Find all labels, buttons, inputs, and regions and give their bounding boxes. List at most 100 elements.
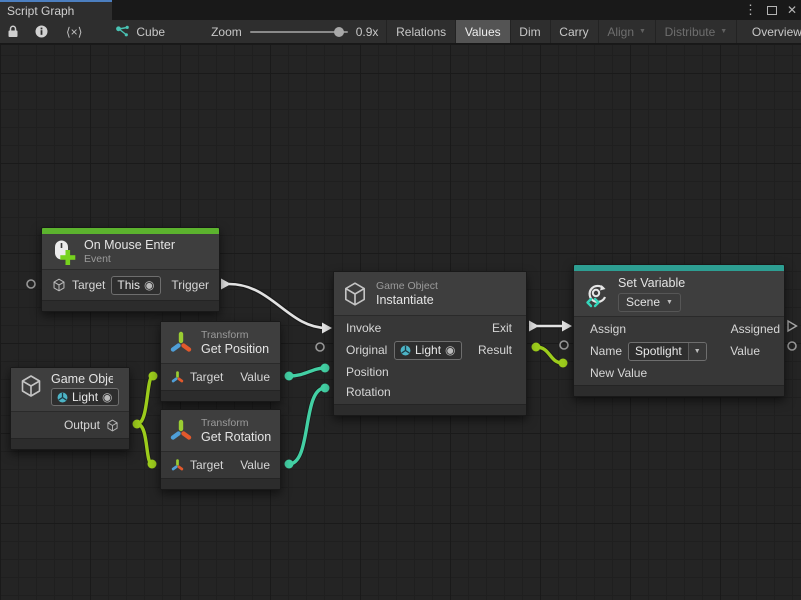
value-label: Value <box>730 344 760 358</box>
assign-arrowhead <box>562 321 572 332</box>
variable-name-dropdown[interactable]: Spotlight ▼ <box>628 342 707 361</box>
new-value-label: New Value <box>590 366 647 380</box>
object-picker-icon[interactable]: ◉ <box>144 279 154 291</box>
graph-breadcrumb[interactable]: Cube <box>105 20 175 43</box>
transform-icon <box>171 371 184 384</box>
getrotation-target-port[interactable] <box>148 460 157 469</box>
node-get-position[interactable]: Transform Get Position Target Value <box>160 321 281 402</box>
info-button[interactable] <box>26 20 57 43</box>
align-button[interactable]: Align▼ <box>598 20 655 43</box>
graph-icon <box>115 25 130 39</box>
node-title: On Mouse Enter <box>84 238 175 253</box>
assigned-label: Assigned <box>730 322 780 336</box>
graph-toolbar: ⟨×⟩ Cube Zoom 0.9x Relations Values <box>0 20 801 44</box>
getposition-target-port[interactable] <box>149 372 158 381</box>
unity-object-icon <box>57 392 68 403</box>
node-subtitle: Event <box>84 253 175 266</box>
node-category: Game Object <box>376 280 438 293</box>
zoom-slider[interactable] <box>250 31 348 33</box>
exit-label: Exit <box>492 321 512 335</box>
result-port[interactable] <box>532 343 541 352</box>
value-label: Value <box>240 458 270 472</box>
newvalue-port[interactable] <box>559 359 568 368</box>
chevron-down-icon: ▼ <box>720 28 727 35</box>
rotation-label: Rotation <box>346 385 392 399</box>
assigned-port[interactable] <box>788 321 797 331</box>
node-game-object[interactable]: Game Object Light ◉ Output <box>10 367 130 450</box>
lock-icon <box>7 25 19 38</box>
object-picker-icon[interactable]: ◉ <box>102 391 112 403</box>
graph-canvas[interactable]: On Mouse Enter Event Target This ◉ Trigg… <box>0 45 801 600</box>
object-picker-icon[interactable]: ◉ <box>445 344 455 356</box>
node-category: Transform <box>201 329 279 342</box>
instantiate-rotation-port[interactable] <box>321 384 330 393</box>
script-graph-window: Script Graph ⋮ ✕ ⟨×⟩ <box>0 0 801 600</box>
getposition-value-port[interactable] <box>285 372 294 381</box>
target-field[interactable]: This ◉ <box>111 276 160 295</box>
exit-port[interactable] <box>529 321 539 332</box>
trigger-port[interactable] <box>221 279 231 290</box>
mouse-enter-icon <box>50 239 76 265</box>
target-label: Target <box>72 278 105 292</box>
getrotation-value-port[interactable] <box>285 460 294 469</box>
info-icon <box>35 25 48 38</box>
tab-script-graph[interactable]: Script Graph <box>0 0 112 20</box>
output-label: Output <box>64 418 100 432</box>
node-instantiate[interactable]: Game Object Instantiate Invoke Exit Orig… <box>333 271 527 416</box>
carry-button[interactable]: Carry <box>550 20 597 43</box>
variable-icon <box>582 280 610 308</box>
zoom-value: 0.9x <box>356 25 379 39</box>
node-title: Get Position <box>201 342 279 357</box>
distribute-button[interactable]: Distribute▼ <box>656 20 737 43</box>
setvariable-name-port[interactable] <box>560 341 568 349</box>
chevron-down-icon: ▼ <box>666 299 673 306</box>
close-icon[interactable]: ✕ <box>787 3 797 17</box>
node-title: Get Rotation <box>201 430 279 445</box>
node-set-variable[interactable]: Set Variable Scene ▼ Assign Assigned Nam… <box>573 264 785 397</box>
code-icon: ⟨×⟩ <box>66 25 82 39</box>
variable-scope-dropdown[interactable]: Scene ▼ <box>618 293 681 312</box>
node-category: Transform <box>201 417 279 430</box>
name-label: Name <box>590 344 622 358</box>
values-button[interactable]: Values <box>456 20 510 43</box>
node-title: Game Object <box>51 372 113 387</box>
zoom-label: Zoom <box>211 25 242 39</box>
instantiate-original-port[interactable] <box>316 343 324 351</box>
invoke-arrowhead <box>322 323 332 334</box>
node-get-rotation[interactable]: Transform Get Rotation Target Value <box>160 409 281 490</box>
tab-title: Script Graph <box>7 4 74 18</box>
tab-strip: Script Graph ⋮ ✕ <box>0 0 801 20</box>
original-field[interactable]: Light ◉ <box>394 341 462 360</box>
target-label: Target <box>190 370 223 384</box>
edit-source-button[interactable]: ⟨×⟩ <box>57 20 91 43</box>
setvariable-value-port[interactable] <box>788 342 796 350</box>
node-title: Set Variable <box>618 276 685 291</box>
window-menu-icon[interactable]: ⋮ <box>744 2 757 18</box>
target-label: Target <box>190 458 223 472</box>
gameobject-icon <box>52 278 66 292</box>
assign-label: Assign <box>590 322 626 336</box>
overview-button[interactable]: Overview <box>743 20 801 43</box>
lock-button[interactable] <box>0 20 26 43</box>
original-label: Original <box>346 343 390 357</box>
chevron-down-icon: ▼ <box>639 28 646 35</box>
invoke-label: Invoke <box>346 321 386 335</box>
transform-icon <box>171 459 184 472</box>
dim-button[interactable]: Dim <box>510 20 549 43</box>
node-title: Instantiate <box>376 293 438 308</box>
instantiate-position-port[interactable] <box>321 364 330 373</box>
maximize-icon[interactable] <box>767 6 777 15</box>
wire-rotation-value[interactable] <box>289 388 325 464</box>
zoom-slider-knob[interactable] <box>334 27 344 37</box>
gameobject-port-icon <box>106 419 119 432</box>
relations-button[interactable]: Relations <box>387 20 455 43</box>
output-port[interactable] <box>133 420 142 429</box>
graph-name: Cube <box>136 25 165 39</box>
node-on-mouse-enter[interactable]: On Mouse Enter Event Target This ◉ Trigg… <box>41 227 220 312</box>
result-label: Result <box>478 343 512 357</box>
transform-icon <box>169 331 193 355</box>
transform-icon <box>169 419 193 443</box>
chevron-down-icon: ▼ <box>688 343 706 360</box>
onmouseenter-left-port[interactable] <box>27 280 35 288</box>
object-field[interactable]: Light ◉ <box>51 388 119 406</box>
